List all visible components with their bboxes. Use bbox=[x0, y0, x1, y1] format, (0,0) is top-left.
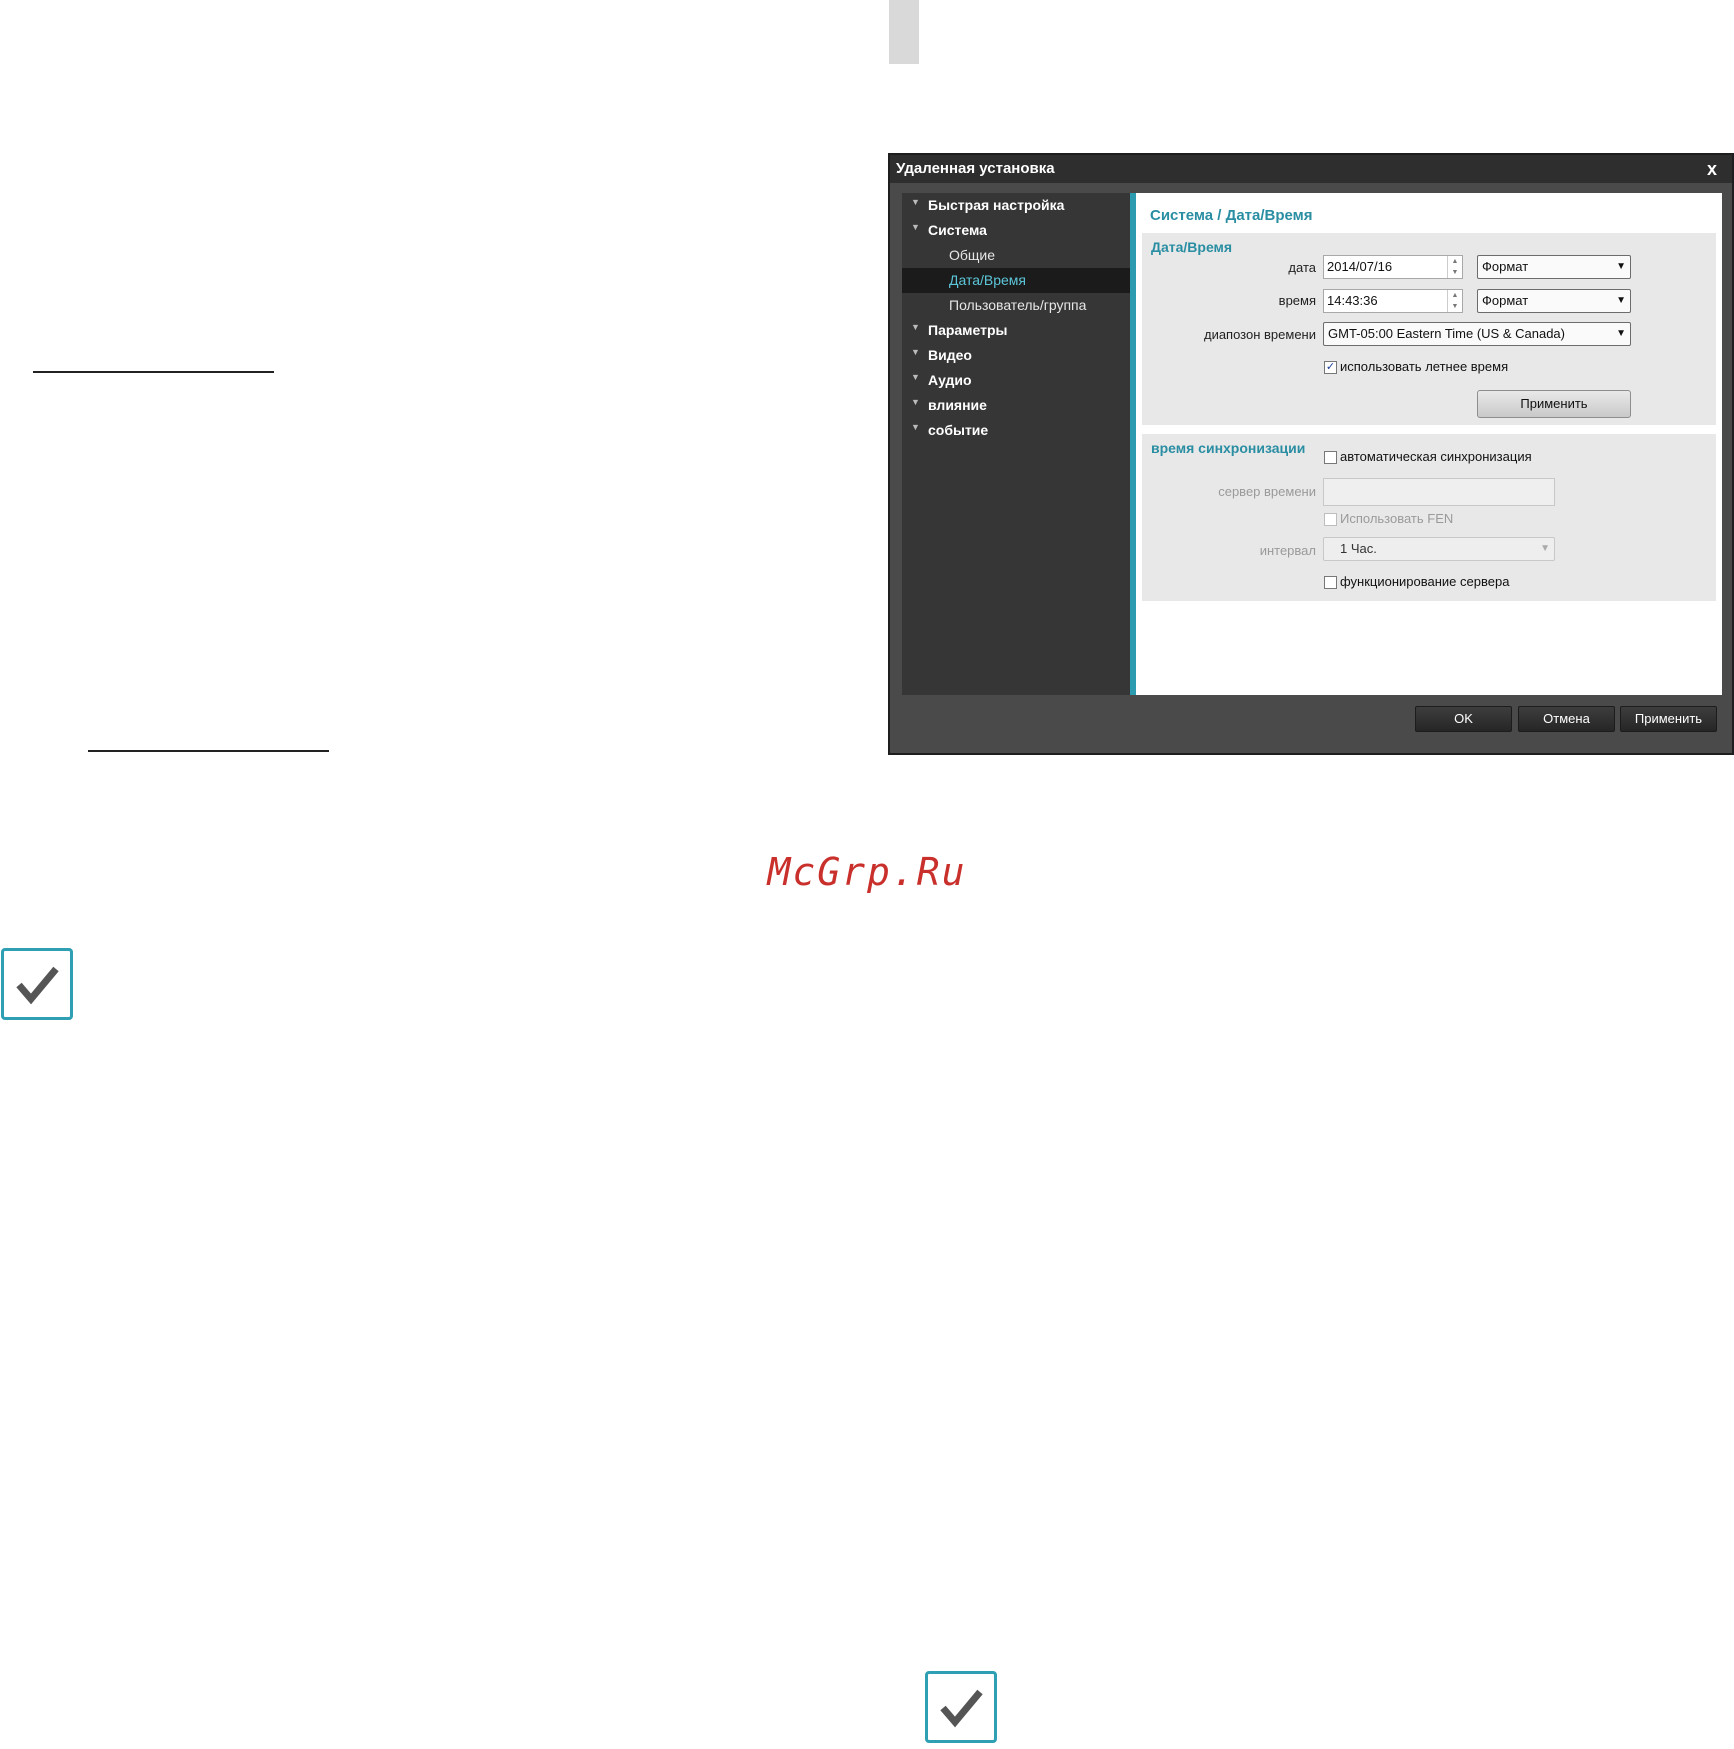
date-spinner[interactable]: ▲ ▼ bbox=[1447, 256, 1462, 278]
spin-down-icon[interactable]: ▼ bbox=[1448, 301, 1462, 312]
dropdown-arrow-icon: ▼ bbox=[1540, 543, 1550, 554]
note-checkmark-icon bbox=[925, 1671, 997, 1743]
page-side-tab bbox=[889, 0, 919, 64]
time-server-label: сервер времени bbox=[1218, 484, 1316, 499]
dialog-titlebar: Удаленная установка x bbox=[890, 155, 1732, 183]
tree-item-influence[interactable]: ▼ влияние bbox=[902, 393, 1130, 418]
dialog-title: Удаленная установка bbox=[896, 160, 1055, 177]
time-spinner[interactable]: ▲ ▼ bbox=[1447, 290, 1462, 312]
date-format-value: Формат bbox=[1482, 259, 1529, 274]
server-mode-checkbox[interactable] bbox=[1324, 576, 1337, 589]
divider-line bbox=[88, 750, 329, 752]
time-format-value: Формат bbox=[1482, 293, 1529, 308]
server-mode-label: функционирование сервера bbox=[1340, 574, 1510, 589]
tree-item-general[interactable]: Общие bbox=[902, 243, 1130, 268]
time-field[interactable]: 14:43:36 ▲ ▼ bbox=[1323, 289, 1463, 313]
expand-triangle-icon[interactable]: ▼ bbox=[911, 320, 920, 334]
expand-triangle-icon[interactable]: ▼ bbox=[911, 345, 920, 359]
note-checkmark-icon bbox=[1, 948, 73, 1020]
expand-triangle-icon[interactable]: ▼ bbox=[911, 370, 920, 384]
date-field[interactable]: 2014/07/16 ▲ ▼ bbox=[1323, 255, 1463, 279]
time-value: 14:43:36 bbox=[1327, 293, 1378, 308]
dropdown-arrow-icon: ▼ bbox=[1616, 295, 1626, 306]
settings-tree: ▼ Быстрая настройка ▼ Система Общие Дата… bbox=[902, 193, 1130, 695]
expand-triangle-icon[interactable]: ▼ bbox=[911, 195, 920, 209]
tree-item-parameters[interactable]: ▼ Параметры bbox=[902, 318, 1130, 343]
close-icon[interactable]: x bbox=[1702, 159, 1722, 179]
auto-sync-label: автоматическая синхронизация bbox=[1340, 449, 1532, 464]
watermark: McGrp.Ru bbox=[767, 850, 967, 894]
time-zone-label: диапозон времени bbox=[1203, 327, 1316, 342]
cancel-button[interactable]: Отмена bbox=[1518, 706, 1615, 732]
tree-item-system[interactable]: ▼ Система bbox=[902, 218, 1130, 243]
tree-item-video[interactable]: ▼ Видео bbox=[902, 343, 1130, 368]
dst-checkbox[interactable]: ✓ bbox=[1324, 361, 1337, 374]
apply-datetime-button[interactable]: Применить bbox=[1477, 390, 1631, 418]
time-zone-select[interactable]: GMT-05:00 Eastern Time (US & Canada) ▼ bbox=[1323, 322, 1631, 346]
interval-select[interactable]: 1 Час. ▼ bbox=[1323, 537, 1555, 561]
tree-item-user-group[interactable]: Пользователь/группа bbox=[902, 293, 1130, 318]
dst-label: использовать летнее время bbox=[1340, 359, 1509, 374]
date-label: дата bbox=[1288, 260, 1316, 275]
datetime-heading: Дата/Время bbox=[1151, 239, 1233, 255]
time-zone-value: GMT-05:00 Eastern Time (US & Canada) bbox=[1328, 326, 1565, 341]
dropdown-arrow-icon: ▼ bbox=[1616, 328, 1626, 339]
tree-item-event[interactable]: ▼ событие bbox=[902, 418, 1130, 443]
interval-value: 1 Час. bbox=[1340, 541, 1377, 556]
spin-up-icon[interactable]: ▲ bbox=[1448, 256, 1462, 267]
time-sync-heading: время синхронизации bbox=[1151, 440, 1306, 456]
remote-setup-dialog: Удаленная установка x ▼ Быстрая настройк… bbox=[888, 153, 1734, 755]
dropdown-arrow-icon: ▼ bbox=[1616, 261, 1626, 272]
expand-triangle-icon[interactable]: ▼ bbox=[911, 395, 920, 409]
datetime-section: Дата/Время дата 2014/07/16 ▲ ▼ Формат ▼ … bbox=[1142, 233, 1716, 425]
time-format-select[interactable]: Формат ▼ bbox=[1477, 289, 1631, 313]
interval-label: интервал bbox=[1259, 543, 1316, 558]
expand-triangle-icon[interactable]: ▼ bbox=[911, 420, 920, 434]
date-value: 2014/07/16 bbox=[1327, 259, 1393, 274]
date-format-select[interactable]: Формат ▼ bbox=[1477, 255, 1631, 279]
time-sync-section: время синхронизации автоматическая синхр… bbox=[1142, 434, 1716, 601]
time-label: время bbox=[1278, 293, 1316, 308]
apply-button[interactable]: Применить bbox=[1620, 706, 1717, 732]
tree-item-date-time[interactable]: Дата/Время bbox=[902, 268, 1130, 293]
divider-line bbox=[33, 371, 274, 373]
spin-up-icon[interactable]: ▲ bbox=[1448, 290, 1462, 301]
tree-item-quick-setup[interactable]: ▼ Быстрая настройка bbox=[902, 193, 1130, 218]
breadcrumb: Система / Дата/Время bbox=[1150, 207, 1313, 224]
use-fen-checkbox[interactable] bbox=[1324, 513, 1337, 526]
auto-sync-checkbox[interactable] bbox=[1324, 451, 1337, 464]
use-fen-label: Использовать FEN bbox=[1340, 511, 1454, 526]
settings-content-panel: Система / Дата/Время Дата/Время дата 201… bbox=[1130, 193, 1722, 695]
spin-down-icon[interactable]: ▼ bbox=[1448, 267, 1462, 278]
expand-triangle-icon[interactable]: ▼ bbox=[911, 220, 920, 234]
time-server-input[interactable] bbox=[1323, 478, 1555, 506]
ok-button[interactable]: OK bbox=[1415, 706, 1512, 732]
tree-item-audio[interactable]: ▼ Аудио bbox=[902, 368, 1130, 393]
